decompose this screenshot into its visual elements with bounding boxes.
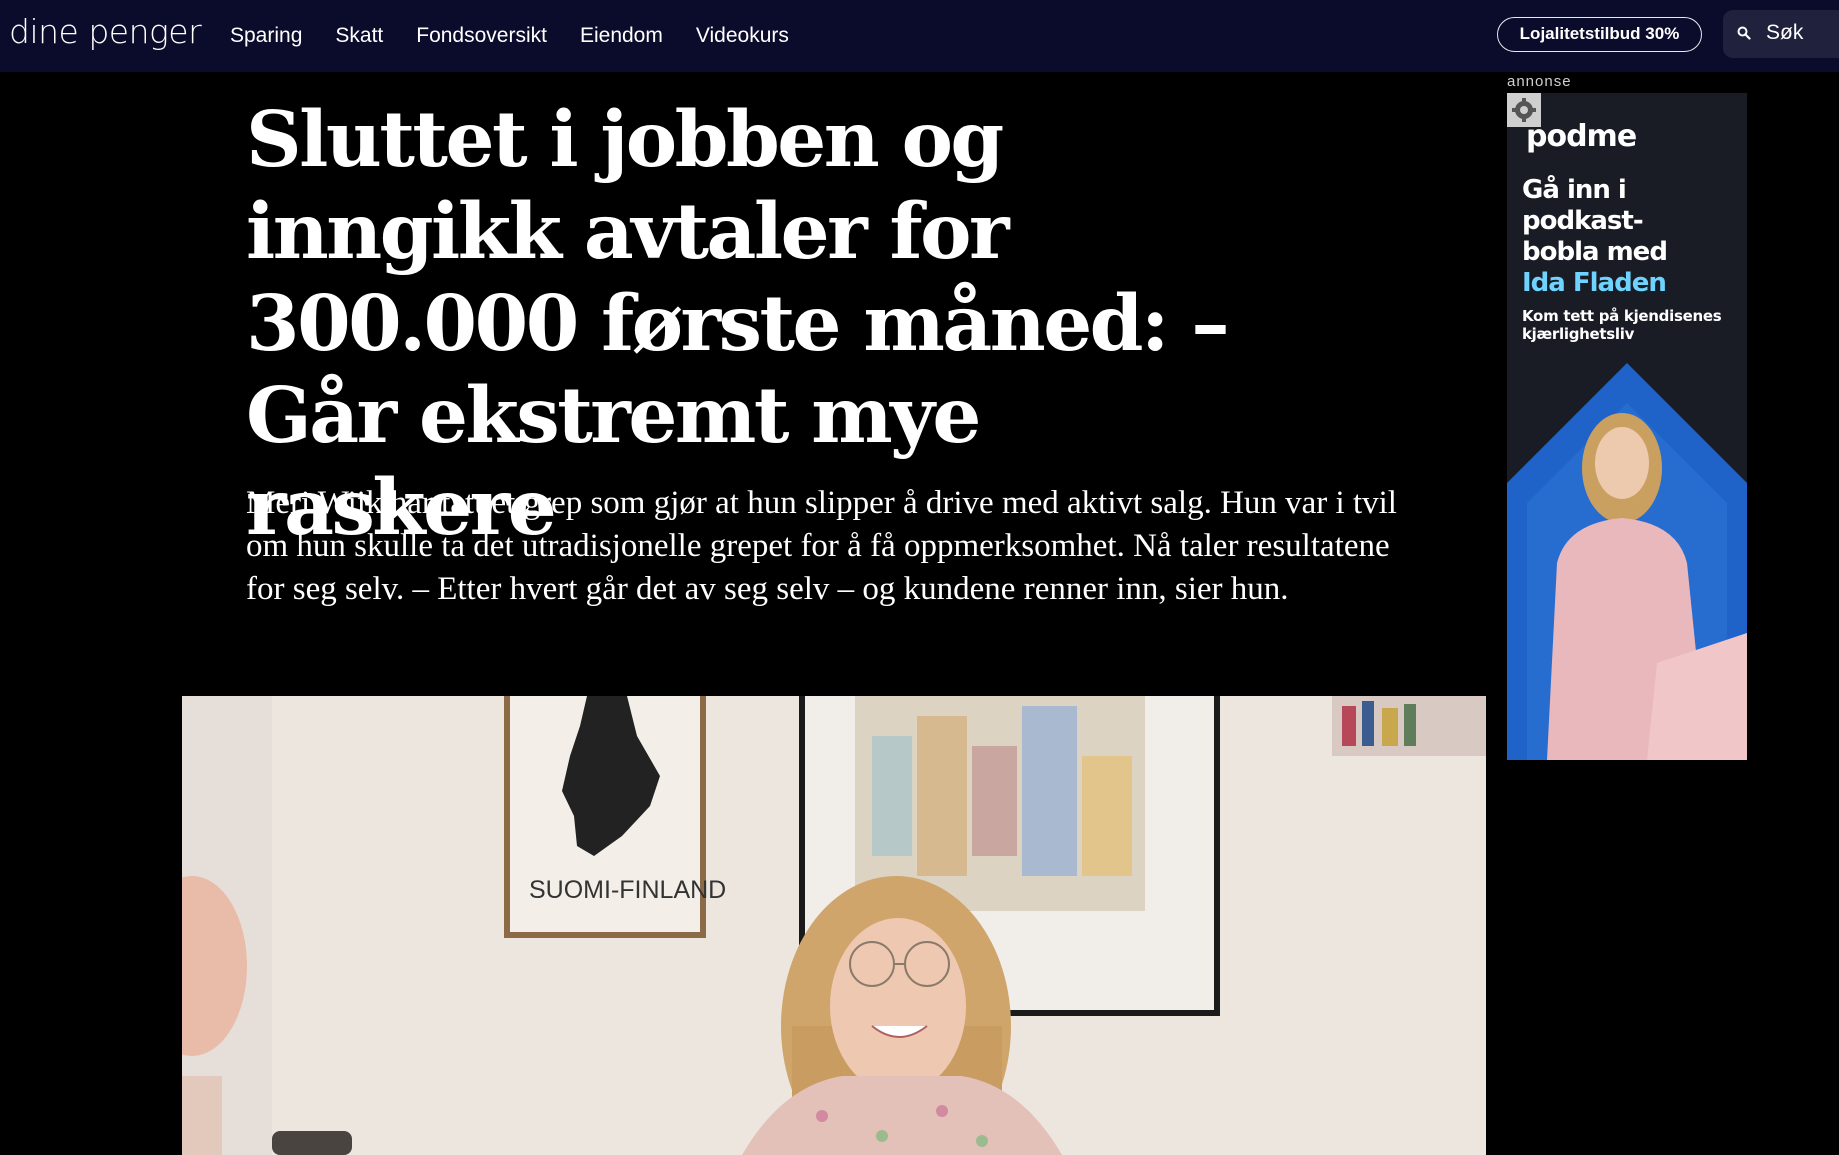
- search-button[interactable]: Søk: [1723, 10, 1839, 58]
- nav-item-videokurs[interactable]: Videokurs: [696, 0, 789, 72]
- main-nav: Sparing Skatt Fondsoversikt Eiendom Vide…: [230, 0, 822, 72]
- loyalty-offer-button[interactable]: Lojalitetstilbud 30%: [1497, 17, 1702, 52]
- hero-photo-illustration: SUOMI-FINLAND: [182, 696, 1486, 1155]
- ad-headline-line: Gå inn i: [1522, 175, 1627, 205]
- site-logo[interactable]: dine penger: [9, 12, 202, 52]
- ad-brand-logo: podme: [1526, 119, 1637, 154]
- ad-headline-line: bobla med: [1522, 237, 1668, 267]
- article-lead: Meri Wiik har tatt et grep som gjør at h…: [246, 485, 1397, 607]
- nav-item-sparing[interactable]: Sparing: [230, 0, 302, 72]
- ad-subtext: Kom tett på kjendisenes kjærlighetsliv: [1522, 307, 1722, 343]
- nav-item-fondsoversikt[interactable]: Fondsoversikt: [416, 0, 547, 72]
- ad-visual: [1507, 363, 1747, 760]
- ad-label: annonse: [1507, 73, 1572, 90]
- poster-text: SUOMI-FINLAND: [529, 876, 726, 904]
- nav-item-eiendom[interactable]: Eiendom: [580, 0, 663, 72]
- ad-headline: Gå inn i podkast- bobla med Ida Fladen: [1522, 175, 1742, 299]
- top-navigation-bar: dine penger Sparing Skatt Fondsoversikt …: [0, 0, 1839, 72]
- ad-headline-accent: Ida Fladen: [1522, 268, 1667, 298]
- ad-headline-line: podkast-: [1522, 206, 1644, 236]
- search-label: Søk: [1766, 21, 1804, 44]
- nav-item-skatt[interactable]: Skatt: [335, 0, 383, 72]
- article-hero-image: SUOMI-FINLAND: [182, 696, 1486, 1155]
- search-icon: [1737, 26, 1751, 40]
- advertisement-banner[interactable]: podme Gå inn i podkast- bobla med Ida Fl…: [1507, 93, 1747, 760]
